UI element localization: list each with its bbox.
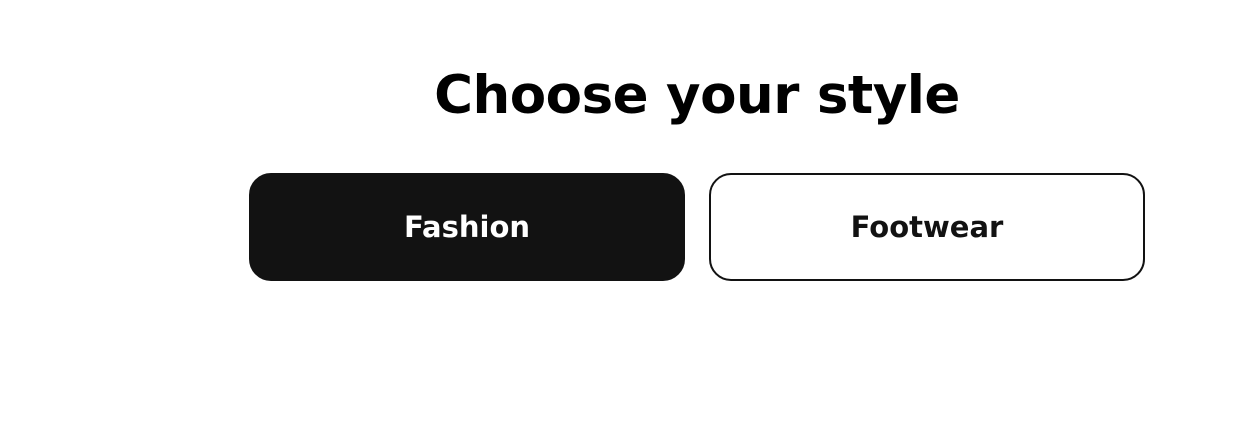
style-options: Fashion Footwear (249, 173, 1145, 281)
page-title: Choose your style (434, 65, 960, 126)
option-fashion-button[interactable]: Fashion (249, 173, 685, 281)
option-label: Footwear (850, 210, 1004, 244)
option-footwear-button[interactable]: Footwear (709, 173, 1145, 281)
option-label: Fashion (403, 210, 531, 244)
